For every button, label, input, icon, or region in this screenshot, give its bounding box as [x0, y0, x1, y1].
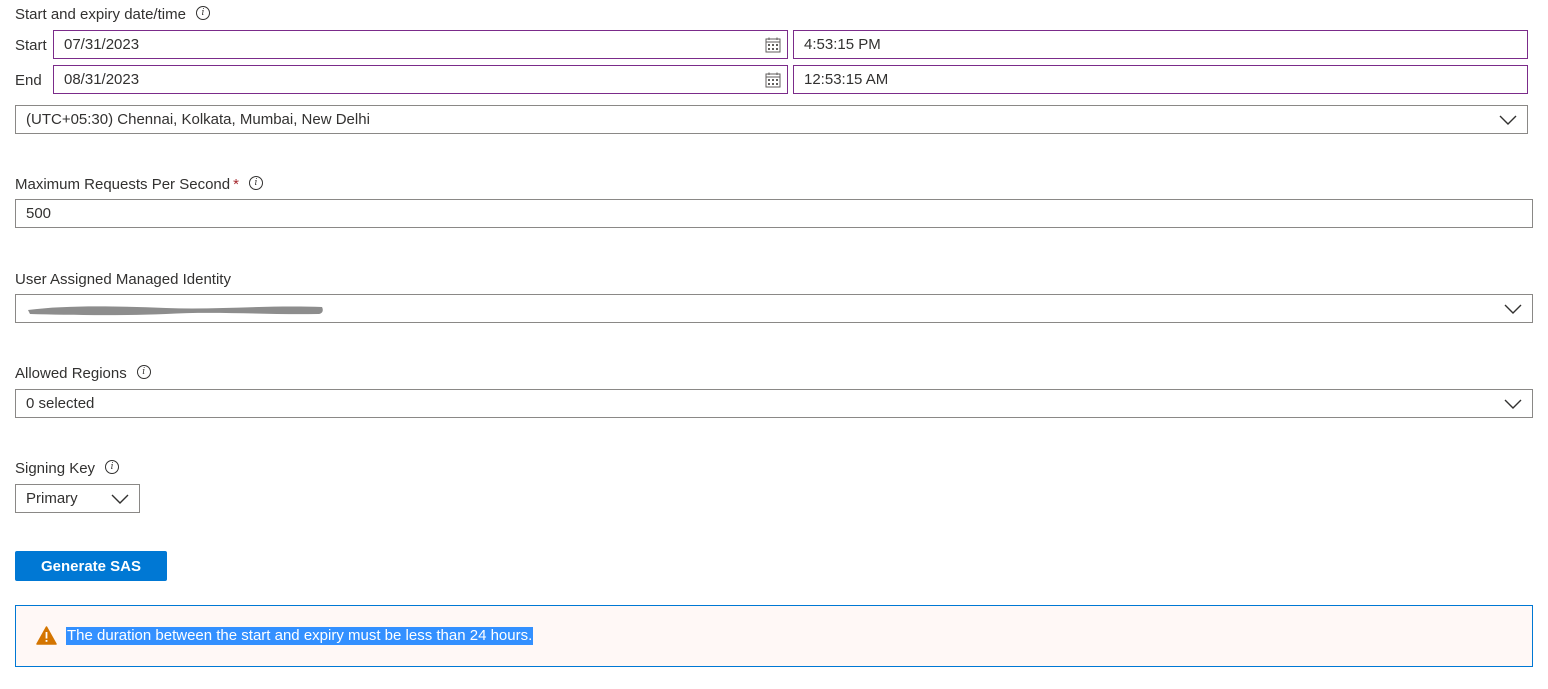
- managed-identity-dropdown[interactable]: [15, 294, 1533, 323]
- required-marker: *: [233, 176, 239, 193]
- info-icon[interactable]: i: [105, 460, 120, 475]
- calendar-icon[interactable]: [765, 72, 781, 88]
- warning-message-text: The duration between the start and expir…: [66, 627, 534, 645]
- signing-key-dropdown[interactable]: Primary: [15, 484, 140, 513]
- info-icon[interactable]: i: [136, 365, 151, 380]
- managed-identity-label: User Assigned Managed Identity: [15, 271, 231, 288]
- end-date-value: 08/31/2023: [64, 71, 140, 88]
- calendar-icon[interactable]: [765, 37, 781, 53]
- info-icon[interactable]: i: [195, 6, 210, 21]
- datetime-section-title: Start and expiry date/time i: [15, 6, 210, 23]
- end-time-value: 12:53:15 AM: [804, 71, 889, 88]
- chevron-down-icon: [1504, 304, 1522, 314]
- signing-key-value: Primary: [26, 490, 78, 507]
- allowed-regions-dropdown[interactable]: 0 selected: [15, 389, 1533, 418]
- start-date-field[interactable]: 07/31/2023: [53, 30, 788, 59]
- start-date-value: 07/31/2023: [64, 36, 140, 53]
- end-time-field[interactable]: 12:53:15 AM: [793, 65, 1528, 94]
- chevron-down-icon: [111, 494, 129, 504]
- warning-message-bar: The duration between the start and expir…: [15, 605, 1533, 667]
- end-label: End: [15, 72, 42, 89]
- timezone-dropdown[interactable]: (UTC+05:30) Chennai, Kolkata, Mumbai, Ne…: [15, 105, 1528, 134]
- timezone-value: (UTC+05:30) Chennai, Kolkata, Mumbai, Ne…: [26, 111, 370, 128]
- generate-sas-button[interactable]: Generate SAS: [15, 551, 167, 581]
- chevron-down-icon: [1499, 115, 1517, 125]
- start-time-field[interactable]: 4:53:15 PM: [793, 30, 1528, 59]
- end-date-field[interactable]: 08/31/2023: [53, 65, 788, 94]
- redacted-value-mark: [28, 306, 323, 316]
- chevron-down-icon: [1504, 399, 1522, 409]
- max-requests-input[interactable]: 500: [15, 199, 1533, 228]
- start-time-value: 4:53:15 PM: [804, 36, 881, 53]
- info-icon[interactable]: i: [248, 176, 263, 191]
- max-requests-value: 500: [26, 205, 52, 222]
- signing-key-label: Signing Key i: [15, 460, 120, 477]
- warning-icon: [36, 626, 57, 645]
- allowed-regions-value: 0 selected: [26, 395, 95, 412]
- start-label: Start: [15, 37, 47, 54]
- max-requests-label: Maximum Requests Per Second * i: [15, 176, 263, 193]
- allowed-regions-label: Allowed Regions i: [15, 365, 151, 382]
